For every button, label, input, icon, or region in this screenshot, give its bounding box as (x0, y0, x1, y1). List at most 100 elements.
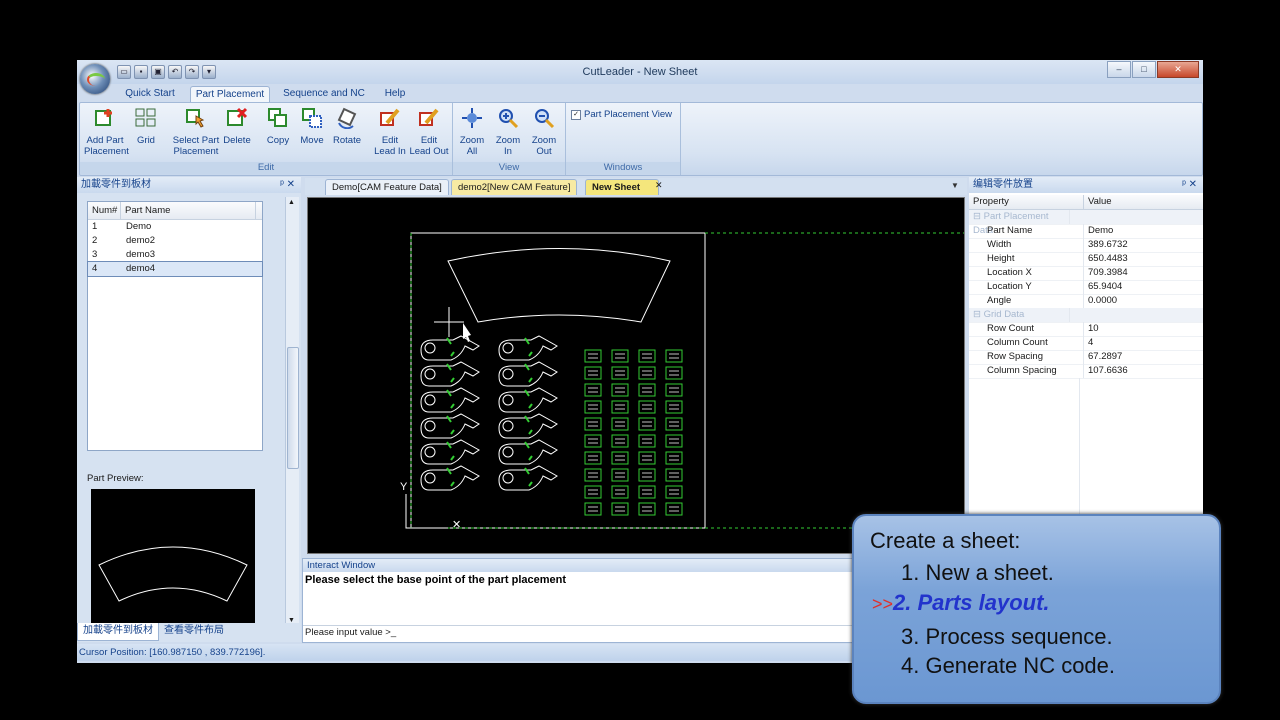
property-value[interactable]: 0.0000 (1084, 294, 1117, 308)
col-part-name[interactable]: Part Name (121, 202, 256, 219)
property-value[interactable]: 650.4483 (1084, 252, 1128, 266)
property-row[interactable]: Part Name Demo (969, 224, 1203, 239)
tab-part-placement[interactable]: Part Placement (190, 86, 270, 103)
grid-part (665, 383, 683, 397)
doc-tab-new-sheet[interactable]: New Sheet (585, 179, 660, 195)
property-value[interactable]: 4 (1084, 336, 1093, 350)
sheet-drawing: Y ✕ (400, 232, 964, 531)
property-row[interactable]: Row Count 10 (969, 322, 1203, 337)
select-part-placement-button[interactable]: Select Part Placement (172, 107, 220, 157)
table-row-selected[interactable]: 4 demo4 (87, 261, 263, 277)
sheet-boundary (410, 232, 706, 529)
tab-help[interactable]: Help (377, 86, 413, 102)
ribbon-tabs: Quick Start Part Placement Sequence and … (77, 84, 1203, 103)
grid-part-detail (615, 455, 625, 461)
property-value[interactable]: 65.9404 (1084, 280, 1122, 294)
save-all-icon[interactable]: ▣ (151, 65, 165, 79)
panel-pin-close-icons[interactable]: ᵖ ✕ (280, 177, 295, 193)
undo-icon[interactable]: ↶ (168, 65, 182, 79)
property-row[interactable]: Row Spacing 67.2897 (969, 350, 1203, 365)
category-grid-data[interactable]: ⊟ Grid Data (969, 308, 1203, 323)
property-value[interactable]: Demo (1084, 224, 1113, 238)
edit-lead-in-button[interactable]: Edit Lead In (372, 107, 408, 157)
grid-part-detail (588, 489, 598, 495)
property-value[interactable]: 67.2897 (1084, 350, 1122, 364)
property-row[interactable]: Location X 709.3984 (969, 266, 1203, 281)
property-row[interactable]: Height 650.4483 (969, 252, 1203, 267)
table-row[interactable]: 3 demo3 (88, 248, 262, 262)
grid-part-detail (642, 455, 652, 461)
tab-sequence-and-nc[interactable]: Sequence and NC (277, 86, 371, 102)
grid-part-detail (669, 472, 679, 478)
grid-part (584, 400, 602, 414)
grid-button[interactable]: Grid (130, 107, 162, 146)
table-row[interactable]: 1 Demo (88, 220, 262, 234)
arc-part (447, 248, 671, 323)
doc-tab-demo2[interactable]: demo2[New CAM Feature] (451, 179, 578, 195)
current-step-marker: >> (872, 594, 894, 614)
property-row[interactable]: Column Count 4 (969, 336, 1203, 351)
maximize-button[interactable]: □ (1132, 61, 1156, 78)
grid-part-detail (669, 438, 679, 444)
grid-part-detail (642, 370, 652, 376)
property-row[interactable]: Angle 0.0000 (969, 294, 1203, 309)
property-value[interactable]: 709.3984 (1084, 266, 1128, 280)
grid-part (638, 349, 656, 363)
property-value[interactable]: 389.6732 (1084, 238, 1128, 252)
property-value[interactable]: 10 (1084, 322, 1099, 336)
category-part-placement-data[interactable]: ⊟ Part Placement Data (969, 210, 1203, 236)
document-tabs: Demo[CAM Feature Data] demo2[New CAM Fea… (305, 178, 967, 195)
sheet-canvas[interactable]: Y ✕ (307, 197, 965, 554)
grid-part (584, 485, 602, 499)
grid-part-detail (642, 387, 652, 393)
new-icon[interactable]: ▭ (117, 65, 131, 79)
tab-load-parts[interactable]: 加載零件到板材 (77, 623, 159, 641)
close-tab-icon[interactable]: ✕ (655, 180, 663, 191)
tab-list-dropdown-icon[interactable]: ▼ (951, 181, 959, 190)
tab-view-layout[interactable]: 查看零件布局 (159, 623, 229, 641)
window-title: CutLeader - New Sheet (582, 66, 698, 78)
zoom-in-button[interactable]: Zoom In (491, 107, 525, 157)
hook-part (420, 335, 480, 361)
minimize-button[interactable]: – (1107, 61, 1131, 78)
delete-icon (227, 107, 248, 126)
add-part-placement-button[interactable]: Add Part Placement (84, 107, 129, 157)
hook-part (498, 439, 558, 465)
grid-part-detail (669, 404, 679, 410)
application-menu-orb[interactable] (80, 64, 110, 94)
grid-part (584, 451, 602, 465)
copy-button[interactable]: Copy (262, 107, 294, 146)
part-placement-view-checkbox[interactable]: ✓ (571, 110, 581, 120)
edit-lead-out-button[interactable]: Edit Lead Out (408, 107, 450, 157)
rotate-button[interactable]: Rotate (330, 107, 364, 146)
panel-pin-close-icons[interactable]: ᵖ ✕ (1182, 177, 1197, 193)
edit-placement-panel-title: 编辑零件放置 ᵖ ✕ (969, 177, 1203, 193)
delete-button[interactable]: Delete (220, 107, 254, 146)
grid-part-detail (642, 421, 652, 427)
tab-quick-start[interactable]: Quick Start (115, 86, 185, 102)
close-button[interactable]: ✕ (1157, 61, 1199, 78)
zoom-all-button[interactable]: Zoom All (455, 107, 489, 157)
zoom-out-button[interactable]: Zoom Out (527, 107, 561, 157)
grid-part (611, 451, 629, 465)
property-row[interactable]: Column Spacing 107.6636 (969, 364, 1203, 379)
callout-step-3: 3. Process sequence. (901, 624, 1113, 649)
grid-part-detail (642, 489, 652, 495)
scroll-up-icon[interactable]: ▲ (288, 199, 295, 206)
property-row[interactable]: Location Y 65.9404 (969, 280, 1203, 295)
left-panel-scrollbar[interactable]: ▲ ▼ (285, 197, 299, 627)
grid-part-detail (669, 421, 679, 427)
col-num[interactable]: Num# (88, 202, 121, 219)
scrollbar-thumb[interactable] (287, 347, 299, 469)
doc-tab-demo[interactable]: Demo[CAM Feature Data] (325, 179, 449, 195)
table-row[interactable]: 2 demo2 (88, 234, 262, 248)
grid-part-detail (588, 472, 598, 478)
row-part-name: demo2 (126, 235, 156, 246)
property-row[interactable]: Width 389.6732 (969, 238, 1203, 253)
left-panel-tabs: 加載零件到板材 查看零件布局 (77, 623, 301, 641)
move-button[interactable]: Move (296, 107, 328, 146)
property-value[interactable]: 107.6636 (1084, 364, 1128, 378)
redo-icon[interactable]: ↷ (185, 65, 199, 79)
customize-toolbar-icon[interactable]: ▾ (202, 65, 216, 79)
save-icon[interactable]: ▪ (134, 65, 148, 79)
